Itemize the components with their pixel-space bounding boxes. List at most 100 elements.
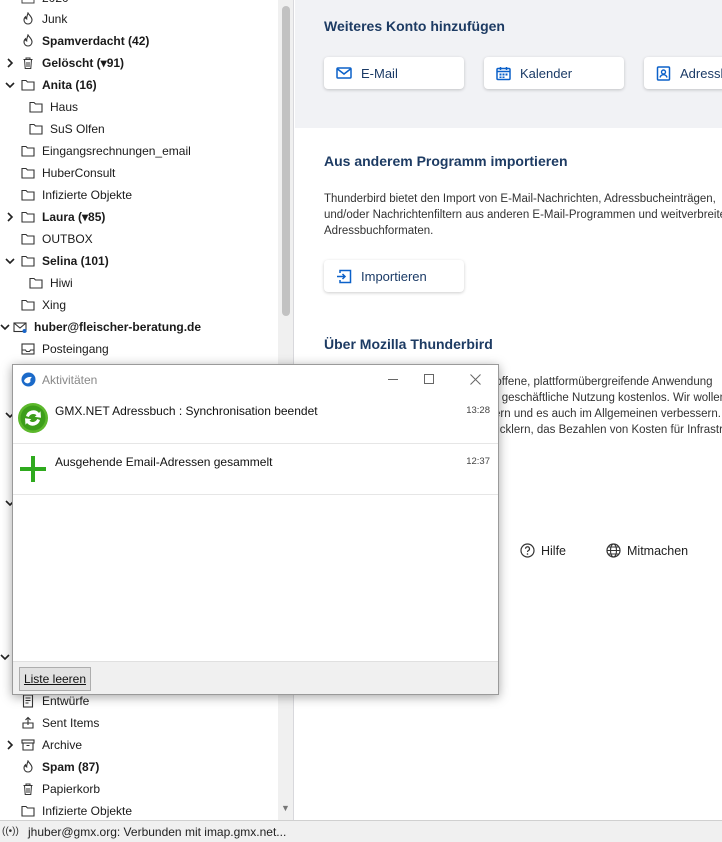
folder-label: Infizierte Objekte <box>42 804 133 818</box>
add-calendar-button[interactable]: Kalender <box>484 57 624 89</box>
activity-footer: Liste leeren <box>13 661 498 694</box>
folder-label: Junk <box>42 12 68 26</box>
folder-icon <box>21 79 35 91</box>
minimize-icon <box>388 379 398 380</box>
folder-icon <box>21 255 35 267</box>
status-bar: ((•)) jhuber@gmx.org: Verbunden mit imap… <box>0 820 722 842</box>
scroll-down-arrow-icon[interactable]: ▼ <box>281 803 290 813</box>
folder-row-papierkorb[interactable]: Papierkorb <box>0 778 278 800</box>
status-text: jhuber@gmx.org: Verbunden mit imap.gmx.n… <box>28 824 287 839</box>
folder-label: HuberConsult <box>42 166 116 180</box>
folder-row-sus-olfen[interactable]: SuS Olfen <box>0 118 278 140</box>
minimize-button[interactable] <box>383 370 403 388</box>
folder-row-spam[interactable]: Spam (87) <box>0 756 278 778</box>
folder-label: Gelöscht (▾91) <box>42 56 125 70</box>
connection-signal-icon: ((•)) <box>2 826 19 837</box>
folder-icon <box>29 123 43 135</box>
addressbook-icon <box>656 65 671 81</box>
window-title: Aktivitäten <box>42 373 98 387</box>
folder-row-eingangsrechnungen[interactable]: Eingangsrechnungen_email <box>0 140 278 162</box>
folder-row-infizierte-objekte-2[interactable]: Infizierte Objekte <box>0 800 278 820</box>
help-link[interactable]: Hilfe <box>520 543 566 558</box>
folder-row-haus[interactable]: Haus <box>0 96 278 118</box>
folder-label: OUTBOX <box>42 232 93 246</box>
folder-label: Laura (▾85) <box>42 210 106 224</box>
activity-text: GMX.NET Adressbuch : Synchronisation bee… <box>55 404 318 418</box>
scrollbar-thumb[interactable] <box>282 6 290 316</box>
maximize-icon <box>424 374 434 384</box>
folder-icon <box>21 211 35 223</box>
thunderbird-window: 2020 Junk Spamverdacht (42) Gelöscht (▾9… <box>0 0 722 842</box>
folder-label: Haus <box>50 100 79 114</box>
folder-row-spamverdacht[interactable]: Spamverdacht (42) <box>0 30 278 52</box>
folder-label: SuS Olfen <box>50 122 105 136</box>
folder-label: Xing <box>42 298 67 312</box>
import-text-line: Thunderbird bietet den Import von E-Mail… <box>324 193 716 205</box>
sent-icon <box>22 716 34 729</box>
about-heading: Über Mozilla Thunderbird <box>324 336 493 352</box>
junk-flame-icon <box>23 12 33 25</box>
folder-row-archive[interactable]: Archive <box>0 734 278 756</box>
folder-label: Spam (87) <box>42 760 100 774</box>
help-label: Hilfe <box>541 543 567 558</box>
account-label: huber@fleischer-beratung.de <box>34 320 202 334</box>
folder-label: Selina (101) <box>42 254 109 268</box>
add-addressbook-button[interactable]: Adressbuch <box>644 57 722 89</box>
trash-icon <box>23 57 33 69</box>
folder-label: Archive <box>42 738 83 752</box>
calendar-icon <box>496 66 511 80</box>
folder-icon <box>21 805 35 817</box>
folder-row-junk[interactable]: Junk <box>0 8 278 30</box>
add-calendar-label: Kalender <box>520 65 573 81</box>
contribute-link[interactable]: Mitmachen <box>606 543 688 558</box>
folder-label: Entwürfe <box>42 694 90 708</box>
clear-list-button[interactable]: Liste leeren <box>19 667 91 691</box>
folder-row-anita[interactable]: Anita (16) <box>0 74 278 96</box>
folder-row-sent-items[interactable]: Sent Items <box>0 712 278 734</box>
contribute-label: Mitmachen <box>627 543 689 558</box>
folder-row-geloescht[interactable]: Gelöscht (▾91) <box>0 52 278 74</box>
folder-icon <box>21 299 35 311</box>
chevron-down-icon[interactable] <box>5 74 15 96</box>
folder-label: Posteingang <box>42 342 109 356</box>
folder-row-infizierte-objekte[interactable]: Infizierte Objekte <box>0 184 278 206</box>
chevron-down-icon[interactable] <box>5 250 15 272</box>
window-titlebar[interactable]: Aktivitäten <box>13 365 498 393</box>
folder-row-selina[interactable]: Selina (101) <box>0 250 278 272</box>
chevron-down-icon[interactable] <box>0 646 10 668</box>
globe-icon <box>606 543 621 558</box>
folder-label: Hiwi <box>50 276 73 290</box>
folder-icon <box>29 277 43 289</box>
folder-row-outbox[interactable]: OUTBOX <box>0 228 278 250</box>
activity-item[interactable]: GMX.NET Adressbuch : Synchronisation bee… <box>13 393 498 444</box>
activity-manager-window: Aktivitäten GMX.NET Adressbuch : Synchro… <box>12 364 499 695</box>
folder-row-xing[interactable]: Xing <box>0 294 278 316</box>
add-account-section: Weiteres Konto hinzufügen E-Mail Kalende… <box>295 0 722 128</box>
folder-label: 2020 <box>42 0 69 5</box>
account-row-fleischer-beratung[interactable]: huber@fleischer-beratung.de <box>0 316 278 338</box>
folder-label: Papierkorb <box>42 782 101 796</box>
activity-item[interactable]: Ausgehende Email-Adressen gesammelt 12:3… <box>13 444 498 495</box>
add-email-button[interactable]: E-Mail <box>324 57 464 89</box>
maximize-button[interactable] <box>419 370 439 388</box>
import-text-line: und/oder Nachrichtenfiltern aus anderen … <box>324 209 722 221</box>
folder-icon <box>21 233 35 245</box>
trash-icon <box>23 783 33 795</box>
close-icon <box>469 373 481 385</box>
folder-row-posteingang[interactable]: Posteingang <box>0 338 278 360</box>
activity-text: Ausgehende Email-Adressen gesammelt <box>55 455 273 469</box>
import-button[interactable]: Importieren <box>324 260 464 292</box>
chevron-right-icon[interactable] <box>5 52 15 74</box>
import-label: Importieren <box>361 268 427 284</box>
import-icon <box>337 269 352 283</box>
chevron-right-icon[interactable] <box>5 734 15 756</box>
add-account-heading: Weiteres Konto hinzufügen <box>324 18 505 34</box>
chevron-right-icon[interactable] <box>5 206 15 228</box>
activity-time: 13:28 <box>466 405 490 416</box>
folder-row-hiwi[interactable]: Hiwi <box>0 272 278 294</box>
folder-row-huberconsult[interactable]: HuberConsult <box>0 162 278 184</box>
chevron-down-icon[interactable] <box>0 316 10 338</box>
folder-row-laura[interactable]: Laura (▾85) <box>0 206 278 228</box>
close-button[interactable] <box>465 370 485 388</box>
account-mail-icon <box>13 322 27 333</box>
